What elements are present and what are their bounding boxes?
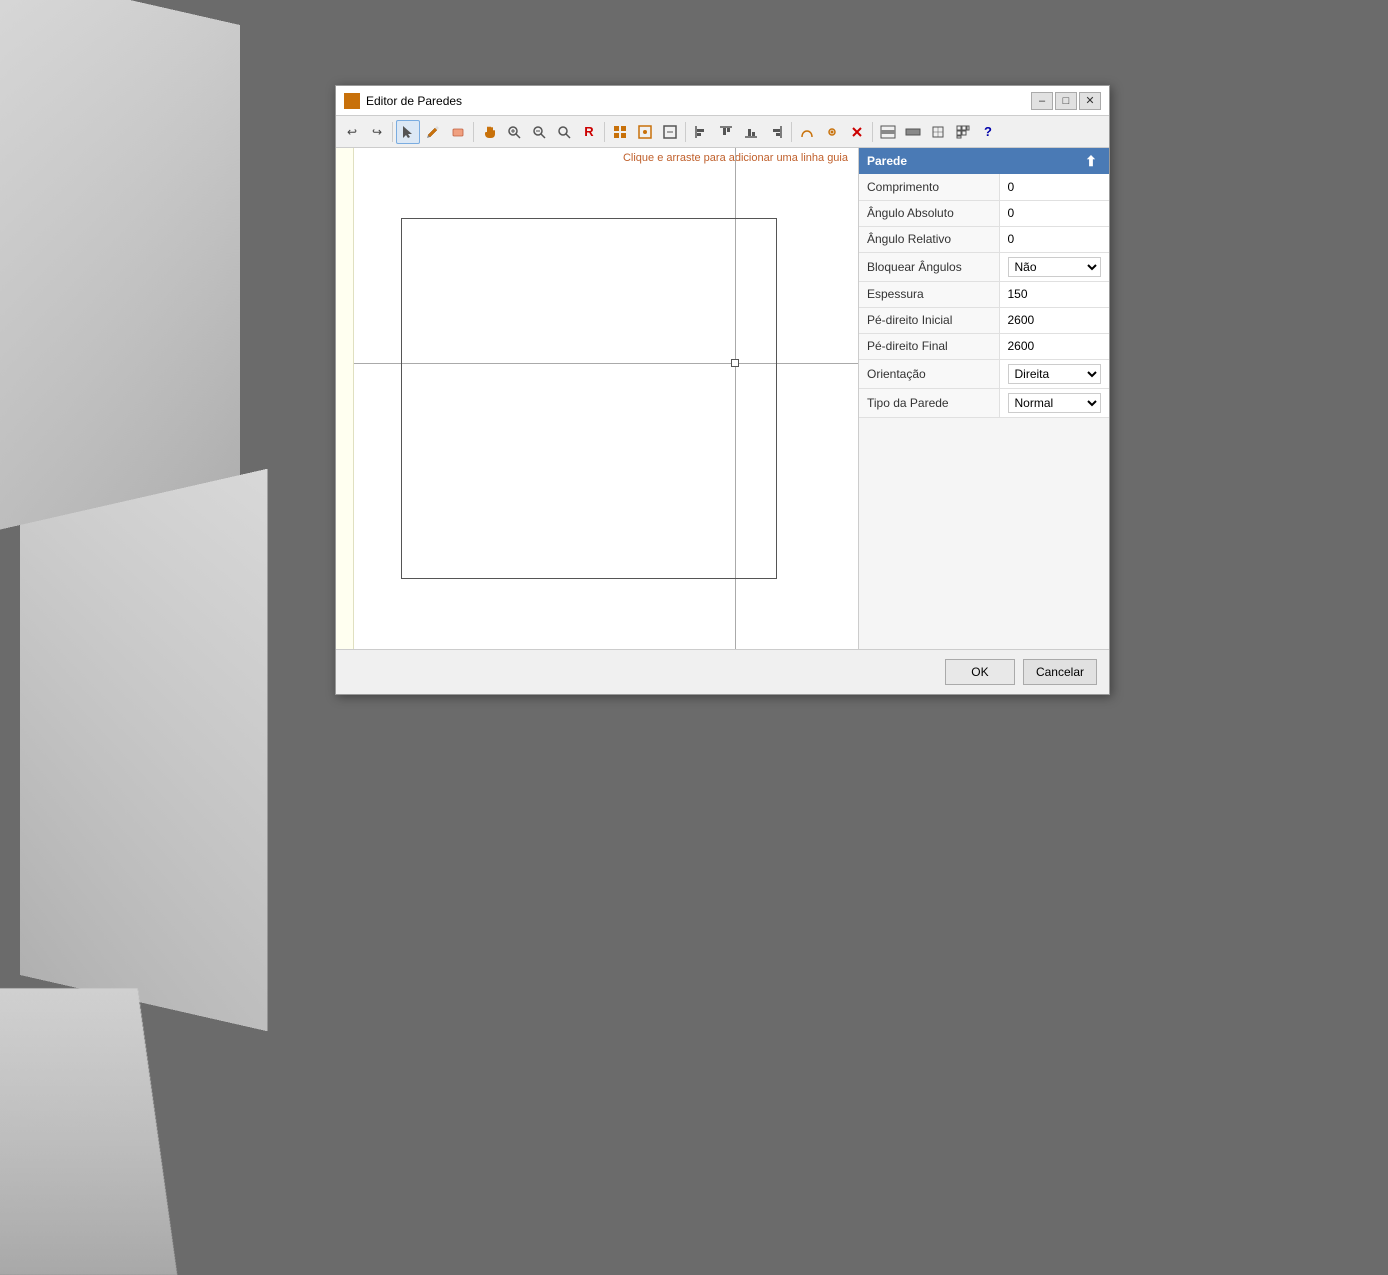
toolbar-sep-5 <box>791 122 792 142</box>
snap1-button[interactable] <box>633 120 657 144</box>
cursor-button[interactable] <box>396 120 420 144</box>
panel-properties-container: Comprimento Ângulo Absoluto <box>859 174 1109 649</box>
canvas-area[interactable]: Clique e arraste para adicionar uma linh… <box>336 148 859 649</box>
align-right-button[interactable] <box>764 120 788 144</box>
prop-row-pe-direito-final: Pé-direito Final <box>859 333 1109 359</box>
right-panel: Parede ⬆ Comprimento <box>859 148 1109 649</box>
canvas-handle[interactable] <box>731 359 739 367</box>
prop-row-espessura: Espessura <box>859 281 1109 307</box>
prop-label-comprimento: Comprimento <box>859 174 999 200</box>
wall-type2-button[interactable] <box>901 120 925 144</box>
prop-row-pe-direito-inicial: Pé-direito Inicial <box>859 307 1109 333</box>
undo-button[interactable]: ↩ <box>340 120 364 144</box>
cancel-button[interactable]: Cancelar <box>1023 659 1097 685</box>
prop-label-orientacao: Orientação <box>859 359 999 388</box>
snap2-button[interactable] <box>658 120 682 144</box>
bottom-bar: OK Cancelar <box>336 649 1109 694</box>
toolbar-sep-3 <box>604 122 605 142</box>
ok-button[interactable]: OK <box>945 659 1015 685</box>
toolbar: ↩ ↪ R <box>336 116 1109 148</box>
toolbar-sep-2 <box>473 122 474 142</box>
prop-value-espessura[interactable] <box>999 281 1109 307</box>
panel-collapse-button[interactable]: ⬆ <box>1081 151 1101 171</box>
window-icon <box>344 93 360 109</box>
prop-row-orientacao: Orientação Direita Esquerda Centro <box>859 359 1109 388</box>
bg-shape-bottom <box>0 988 229 1275</box>
zoom-out-button[interactable] <box>552 120 576 144</box>
maximize-button[interactable]: □ <box>1055 92 1077 110</box>
zoom-in-button[interactable] <box>527 120 551 144</box>
pencil-button[interactable] <box>421 120 445 144</box>
prop-value-bloquear-angulos[interactable]: Não Sim <box>999 252 1109 281</box>
prop-label-bloquear-angulos: Bloquear Ângulos <box>859 252 999 281</box>
align-bottom-button[interactable] <box>739 120 763 144</box>
prop-label-pe-direito-final: Pé-direito Final <box>859 333 999 359</box>
tipo-parede-select[interactable]: Normal Estrutural Divisória <box>1008 393 1102 413</box>
pe-direito-final-input[interactable] <box>1008 339 1102 353</box>
prop-row-angulo-relativo: Ângulo Relativo <box>859 226 1109 252</box>
orientacao-select[interactable]: Direita Esquerda Centro <box>1008 364 1102 384</box>
redo-button[interactable]: ↪ <box>365 120 389 144</box>
prop-value-orientacao[interactable]: Direita Esquerda Centro <box>999 359 1109 388</box>
prop-label-pe-direito-inicial: Pé-direito Inicial <box>859 307 999 333</box>
panel-header: Parede ⬆ <box>859 148 1109 174</box>
hand-button[interactable] <box>477 120 501 144</box>
close-button[interactable]: ✕ <box>1079 92 1101 110</box>
bg-shape-right <box>20 469 267 1032</box>
espessura-input[interactable] <box>1008 287 1102 301</box>
zoom-r-button[interactable]: R <box>577 120 601 144</box>
bg-shape-left <box>0 0 240 531</box>
title-bar-buttons: – □ ✕ <box>1031 92 1101 110</box>
toolbar-sep-1 <box>392 122 393 142</box>
prop-value-angulo-relativo[interactable] <box>999 226 1109 252</box>
minimize-button[interactable]: – <box>1031 92 1053 110</box>
prop-row-angulo-absoluto: Ângulo Absoluto <box>859 200 1109 226</box>
prop-row-tipo-parede: Tipo da Parede Normal Estrutural Divisór… <box>859 388 1109 417</box>
title-bar: Editor de Paredes – □ ✕ <box>336 86 1109 116</box>
curve-button[interactable] <box>795 120 819 144</box>
prop-value-pe-direito-final[interactable] <box>999 333 1109 359</box>
prop-row-comprimento: Comprimento <box>859 174 1109 200</box>
help-button[interactable]: ? <box>976 120 1000 144</box>
dialog-window: Editor de Paredes – □ ✕ ↩ ↪ <box>335 85 1110 695</box>
content-area: Clique e arraste para adicionar uma linh… <box>336 148 1109 649</box>
prop-label-angulo-relativo: Ângulo Relativo <box>859 226 999 252</box>
properties-table: Comprimento Ângulo Absoluto <box>859 174 1109 418</box>
panel-title: Parede <box>867 154 1081 168</box>
delete-button[interactable] <box>845 120 869 144</box>
prop-label-espessura: Espessura <box>859 281 999 307</box>
toolbar-sep-4 <box>685 122 686 142</box>
align-left-button[interactable] <box>689 120 713 144</box>
wall-type1-button[interactable] <box>876 120 900 144</box>
zoom-region-button[interactable] <box>502 120 526 144</box>
prop-row-bloquear-angulos: Bloquear Ângulos Não Sim <box>859 252 1109 281</box>
comprimento-input[interactable] <box>1008 180 1102 194</box>
prop-label-tipo-parede: Tipo da Parede <box>859 388 999 417</box>
prop-value-comprimento[interactable] <box>999 174 1109 200</box>
canvas-rect <box>401 218 777 579</box>
node-button[interactable] <box>820 120 844 144</box>
grid-view-button[interactable] <box>951 120 975 144</box>
canvas-ruler-left <box>336 148 354 649</box>
snap-grid-button[interactable] <box>608 120 632 144</box>
prop-value-pe-direito-inicial[interactable] <box>999 307 1109 333</box>
eraser-button[interactable] <box>446 120 470 144</box>
align-top-button[interactable] <box>714 120 738 144</box>
pe-direito-inicial-input[interactable] <box>1008 313 1102 327</box>
prop-label-angulo-absoluto: Ângulo Absoluto <box>859 200 999 226</box>
bloquear-angulos-select[interactable]: Não Sim <box>1008 257 1102 277</box>
prop-value-tipo-parede[interactable]: Normal Estrutural Divisória <box>999 388 1109 417</box>
wall-type3-button[interactable] <box>926 120 950 144</box>
angulo-absoluto-input[interactable] <box>1008 206 1102 220</box>
window-title: Editor de Paredes <box>366 94 1031 108</box>
toolbar-sep-6 <box>872 122 873 142</box>
angulo-relativo-input[interactable] <box>1008 232 1102 246</box>
prop-value-angulo-absoluto[interactable] <box>999 200 1109 226</box>
